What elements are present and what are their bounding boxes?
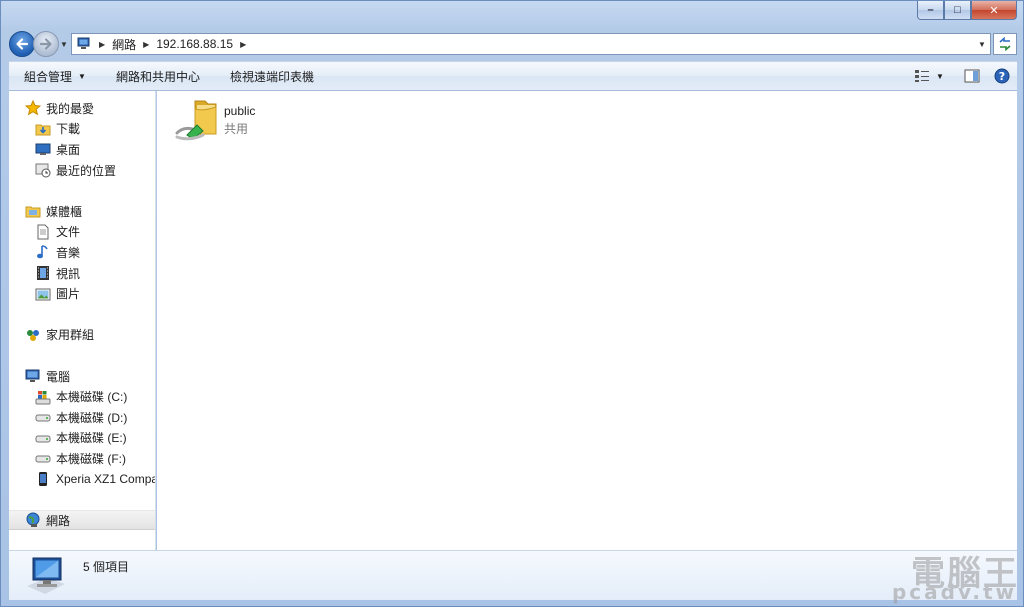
nav-desktop[interactable]: 桌面: [9, 139, 155, 160]
breadcrumb-separator[interactable]: ▶: [240, 40, 246, 49]
documents-icon: [37, 224, 49, 240]
minimize-button[interactable]: –: [917, 1, 944, 20]
nav-recent-places-label: 最近的位置: [56, 163, 117, 178]
arrow-left-icon: [16, 38, 29, 50]
close-button[interactable]: ✕: [971, 1, 1017, 20]
nav-libraries[interactable]: 媒體櫃: [9, 201, 155, 222]
nav-drive-c[interactable]: 本機磁碟 (C:): [9, 386, 155, 407]
breadcrumb-separator[interactable]: ▶: [99, 40, 105, 49]
refresh-icon: [999, 37, 1011, 51]
nav-videos[interactable]: 視訊: [9, 263, 155, 284]
file-type: 共用: [224, 122, 249, 136]
preview-pane-button[interactable]: [957, 62, 987, 90]
nav-desktop-label: 桌面: [56, 142, 81, 157]
arrow-right-icon: [39, 38, 52, 50]
homegroup-icon: [27, 329, 39, 341]
nav-computer-label: 電腦: [46, 369, 71, 384]
breadcrumb-separator[interactable]: ▶: [143, 40, 149, 49]
watermark: 電腦王 pcadv.tw: [859, 546, 1019, 604]
nav-drive-e[interactable]: 本機磁碟 (E:): [9, 428, 155, 449]
nav-drive-f[interactable]: 本機磁碟 (F:): [9, 448, 155, 469]
nav-libraries-label: 媒體櫃: [46, 204, 83, 219]
drive-icon: [35, 414, 51, 422]
desktop-icon: [35, 143, 51, 156]
item-count: 5 個項目: [83, 560, 130, 574]
nav-homegroup-label: 家用群組: [46, 328, 95, 343]
address-bar[interactable]: ▶ 網路 ▶ 192.168.88.15 ▶ ▼: [71, 33, 991, 55]
drive-icon: [35, 455, 51, 463]
system-drive-icon: [35, 390, 51, 405]
recent-pages-dropdown[interactable]: ▼: [59, 31, 69, 57]
navigation-pane: 我的最愛 下載 桌面 最近的位置 媒體櫃 文件 音樂 視訊 圖片 家用群組 電腦…: [9, 91, 156, 550]
computer-icon: [25, 369, 40, 383]
view-details-icon: [915, 70, 929, 82]
organize-label: 組合管理: [24, 69, 73, 84]
network-sharing-center-label: 網路和共用中心: [115, 69, 200, 84]
maximize-button[interactable]: □: [944, 1, 971, 20]
nav-computer[interactable]: 電腦: [9, 366, 155, 387]
nav-network-label: 網路: [46, 513, 71, 528]
chevron-down-icon: ▼: [78, 71, 86, 81]
watermark-site-text: pcadv.tw: [891, 580, 1017, 604]
drive-icon: [35, 435, 51, 443]
command-bar: 組合管理 ▼ 網路和共用中心 檢視遠端印表機 ▼ ?: [9, 61, 1017, 91]
breadcrumb-network[interactable]: 網路: [112, 36, 136, 53]
network-sharing-center-button[interactable]: 網路和共用中心: [101, 62, 215, 90]
music-note-icon: [37, 245, 48, 259]
recent-places-icon: [35, 163, 51, 178]
view-options-dropdown[interactable]: ▼: [933, 62, 947, 90]
nav-homegroup[interactable]: 家用群組: [9, 325, 155, 346]
nav-drive-e-label: 本機磁碟 (E:): [56, 431, 127, 446]
nav-drive-d[interactable]: 本機磁碟 (D:): [9, 407, 155, 428]
downloads-folder-icon: [35, 124, 51, 136]
svg-text:?: ?: [999, 70, 1005, 83]
nav-pictures[interactable]: 圖片: [9, 283, 155, 304]
change-view-button[interactable]: [911, 62, 933, 90]
libraries-icon: [25, 206, 41, 218]
nav-documents-label: 文件: [56, 225, 81, 240]
file-name: public: [224, 104, 256, 118]
nav-drive-d-label: 本機磁碟 (D:): [56, 410, 128, 425]
breadcrumb-host[interactable]: 192.168.88.15: [156, 37, 233, 51]
file-list: public 共用: [157, 91, 1017, 550]
help-button[interactable]: ?: [987, 62, 1017, 90]
nav-network[interactable]: 網路: [9, 509, 155, 531]
phone-icon: [39, 471, 47, 486]
nav-drive-c-label: 本機磁碟 (C:): [56, 390, 128, 405]
address-row: ▼ ▶ 網路 ▶ 192.168.88.15 ▶ ▼: [9, 31, 1017, 57]
star-icon: [25, 100, 41, 116]
picture-icon: [35, 288, 51, 301]
network-globe-icon: [26, 512, 40, 528]
shared-folder-item[interactable]: public 共用: [175, 97, 295, 147]
nav-downloads-label: 下載: [56, 122, 81, 137]
refresh-button[interactable]: [993, 33, 1017, 55]
nav-drive-f-label: 本機磁碟 (F:): [56, 451, 126, 466]
nav-videos-label: 視訊: [56, 266, 81, 281]
explorer-window: – □ ✕ ▼ ▶ 網路 ▶ 192.168.88.15 ▶ ▼ 組合管理 ▼ …: [0, 0, 1024, 607]
nav-recent-places[interactable]: 最近的位置: [9, 160, 155, 181]
view-remote-printers-label: 檢視遠端印表機: [229, 69, 314, 84]
nav-music[interactable]: 音樂: [9, 242, 155, 263]
nav-documents[interactable]: 文件: [9, 222, 155, 243]
forward-button[interactable]: [33, 31, 59, 57]
preview-pane-icon: [964, 69, 980, 83]
nav-music-label: 音樂: [56, 245, 81, 260]
network-computer-icon: [27, 557, 65, 594]
help-icon: ?: [994, 68, 1010, 84]
nav-favorites[interactable]: 我的最愛: [9, 98, 155, 119]
nav-favorites-label: 我的最愛: [46, 101, 95, 116]
nav-phone-device[interactable]: Xperia XZ1 Compact: [9, 469, 155, 490]
nav-phone-device-label: Xperia XZ1 Compact: [56, 471, 155, 486]
nav-downloads[interactable]: 下載: [9, 119, 155, 140]
caption-buttons: – □ ✕: [917, 1, 1017, 21]
nav-pictures-label: 圖片: [56, 287, 81, 302]
address-dropdown[interactable]: ▼: [974, 40, 990, 49]
film-icon: [37, 266, 49, 281]
network-computer-icon: [77, 37, 90, 49]
back-button[interactable]: [9, 31, 35, 57]
shared-folder-icon: [175, 100, 217, 141]
view-remote-printers-button[interactable]: 檢視遠端印表機: [215, 62, 329, 90]
organize-button[interactable]: 組合管理 ▼: [9, 62, 101, 90]
